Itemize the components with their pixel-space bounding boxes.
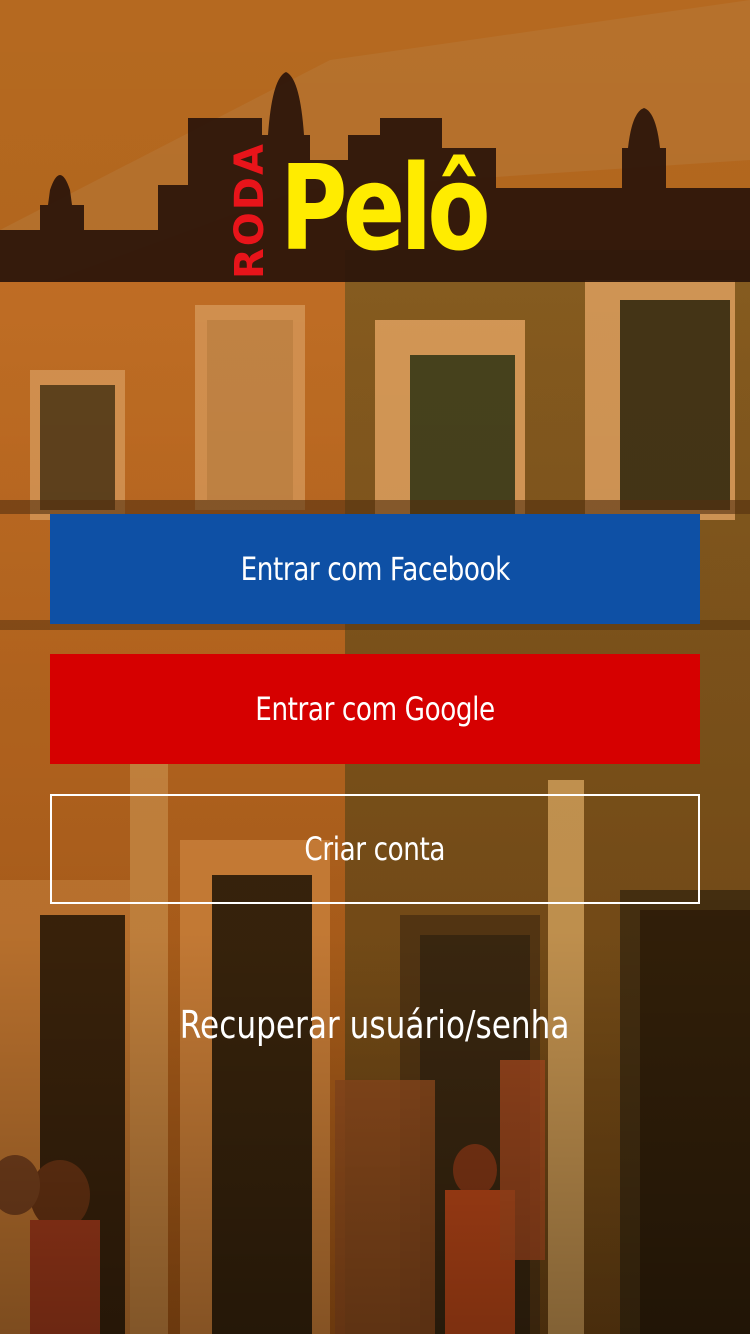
- facebook-login-button[interactable]: Entrar com Facebook: [50, 514, 700, 624]
- recover-credentials-label: Recuperar usuário/senha: [180, 1003, 570, 1047]
- create-account-button[interactable]: Criar conta: [50, 794, 700, 904]
- logo-roda-text: RODA: [227, 142, 273, 280]
- create-account-label: Criar conta: [304, 830, 446, 868]
- recover-credentials-link[interactable]: Recuperar usuário/senha: [0, 995, 750, 1055]
- google-login-button[interactable]: Entrar com Google: [50, 654, 700, 764]
- google-login-label: Entrar com Google: [255, 690, 495, 728]
- logo-pelo-text: Pelô: [280, 139, 491, 277]
- facebook-login-label: Entrar com Facebook: [240, 550, 510, 588]
- header-skyline: RODA Pelô: [0, 0, 750, 282]
